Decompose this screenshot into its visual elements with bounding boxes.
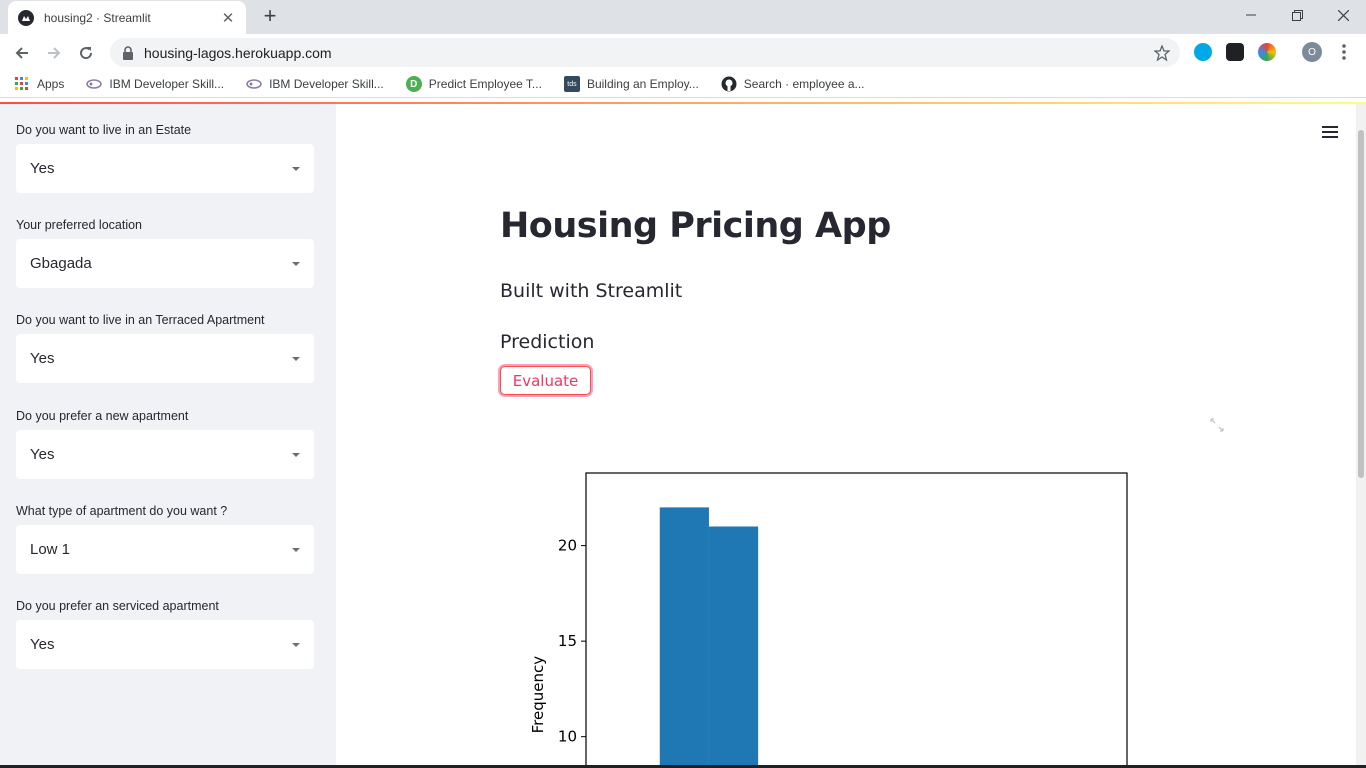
caret-down-icon [292,642,300,647]
ibm-skills-icon [86,76,103,92]
colorful-extension-icon[interactable] [1258,43,1276,61]
terraced-select-field: Do you want to live in an Terraced Apart… [16,310,314,383]
back-icon[interactable] [6,37,38,69]
field-label: Do you want to live in an Estate [16,123,192,137]
close-window-button[interactable] [1320,0,1366,30]
bookmark-star-icon[interactable] [1152,43,1172,63]
histogram-bar [708,526,759,768]
new-apartment-select[interactable]: Yes [16,430,314,479]
browser-tabstrip: housing2 · Streamlit ✕ + [0,0,1366,34]
reload-icon[interactable] [70,37,102,69]
github-icon [721,76,737,92]
select-value: Yes [30,160,55,177]
bookmark-label: Building an Employ... [586,77,699,91]
tab-close-icon[interactable]: ✕ [220,9,236,27]
sidebar: Do you want to live in an Estate Yes You… [0,104,336,768]
select-value: Yes [30,350,55,367]
y-axis-label: Frequency [529,656,547,734]
tab-manager-extension-icon[interactable] [1226,43,1244,61]
skype-extension-icon[interactable] [1194,43,1212,61]
y-tick-label: 20 [558,537,577,555]
select-value: Yes [30,446,55,463]
bookmark-building-employ[interactable]: tds Building an Employ... [563,76,699,92]
page-scrollbar[interactable] [1356,104,1366,768]
evaluate-button[interactable]: Evaluate [500,366,591,395]
fullscreen-expand-icon[interactable] [1210,418,1224,432]
profile-avatar[interactable]: O [1302,42,1322,62]
y-tick-label: 15 [558,632,577,650]
restore-button[interactable] [1274,0,1320,30]
scrollbar-thumb[interactable] [1358,130,1364,478]
new-apartment-select-field: Do you prefer a new apartment Yes [16,406,314,479]
browser-toolbar: housing-lagos.herokuapp.com O [0,34,1366,71]
d-badge-icon: D [405,76,422,92]
serviced-select-field: Do you prefer an serviced apartment Yes [16,596,314,669]
select-value: Low 1 [30,541,71,558]
address-bar[interactable]: housing-lagos.herokuapp.com [110,38,1180,67]
bookmark-github-search[interactable]: Search · employee a... [721,76,865,92]
bookmark-label: Apps [37,77,65,91]
location-select-field: Your preferred location Gbagada [16,215,314,288]
minimize-button[interactable] [1228,0,1274,30]
tab-title: housing2 · Streamlit [44,10,151,25]
caret-down-icon [292,356,300,361]
location-select[interactable]: Gbagada [16,239,314,288]
caret-down-icon [292,452,300,457]
streamlit-favicon-icon [18,9,34,26]
histogram-bar [659,507,709,768]
ibm-skills-icon [246,76,262,92]
lock-icon[interactable] [122,45,134,60]
main-content: Housing Pricing App Built with Streamlit… [336,104,1356,768]
apps-grid-icon [14,76,30,92]
bookmark-label: IBM Developer Skill... [109,77,225,91]
tds-icon: tds [563,76,580,92]
caret-down-icon [292,261,300,266]
browser-menu-icon[interactable] [1336,40,1352,64]
field-label: Do you prefer an serviced apartment [16,599,219,613]
terraced-select[interactable]: Yes [16,334,314,383]
new-tab-button[interactable]: + [258,4,282,28]
hamburger-menu-icon[interactable] [1322,126,1338,140]
bookmarks-bar: Apps IBM Developer Skill... IBM Develope… [0,71,1366,98]
field-label: Your preferred location [16,218,143,232]
browser-tab[interactable]: housing2 · Streamlit ✕ [8,1,246,34]
page-title: Housing Pricing App [500,206,891,246]
field-label: Do you prefer a new apartment [16,409,189,423]
bookmark-label: Predict Employee T... [428,77,542,91]
bookmark-ibm-1[interactable]: IBM Developer Skill... [86,76,224,92]
field-label: Do you want to live in an Terraced Apart… [16,313,265,327]
window-controls [1228,0,1366,30]
estate-select-field: Do you want to live in an Estate Yes [16,120,314,193]
caret-down-icon [292,166,300,171]
field-label: What type of apartment do you want ? [16,504,228,518]
bookmark-label: IBM Developer Skill... [269,77,384,91]
bookmark-label: Search · employee a... [743,77,865,91]
estate-select[interactable]: Yes [16,144,314,193]
caret-down-icon [292,547,300,552]
bookmark-ibm-2[interactable]: IBM Developer Skill... [246,76,384,92]
section-heading: Prediction [500,331,595,353]
histogram-chart: 10 15 20 Frequency [529,472,1128,768]
page-subtitle: Built with Streamlit [500,280,683,302]
forward-icon[interactable] [38,37,70,69]
apartment-type-select[interactable]: Low 1 [16,525,314,574]
bookmark-apps[interactable]: Apps [14,76,64,92]
apartment-type-select-field: What type of apartment do you want ? Low… [16,501,314,574]
serviced-select[interactable]: Yes [16,620,314,669]
url-text: housing-lagos.herokuapp.com [144,44,332,61]
select-value: Yes [30,636,55,653]
y-tick-label: 10 [558,728,577,746]
bookmark-predict-employee[interactable]: D Predict Employee T... [405,76,542,92]
streamlit-app: Do you want to live in an Estate Yes You… [0,102,1366,768]
select-value: Gbagada [30,255,92,272]
